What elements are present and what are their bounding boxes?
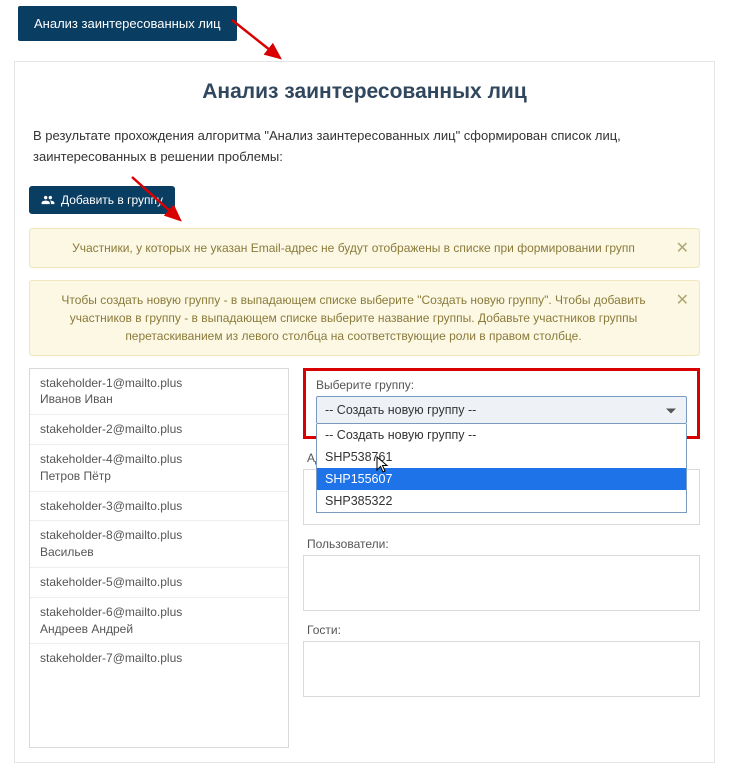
users-dropzone[interactable] <box>303 555 700 611</box>
page-title: Анализ заинтересованных лиц <box>29 80 700 104</box>
list-item[interactable]: stakeholder-7@mailto.plus <box>30 644 288 673</box>
group-select-wrap: -- Создать новую группу -- -- Создать но… <box>316 396 687 424</box>
main-panel: Анализ заинтересованных лиц В результате… <box>14 61 715 763</box>
list-item[interactable]: stakeholder-1@mailto.plusИванов Иван <box>30 369 288 416</box>
stakeholder-column: stakeholder-1@mailto.plusИванов Иванstak… <box>29 368 289 748</box>
add-to-group-button[interactable]: Добавить в группу <box>29 186 175 214</box>
two-column-layout: stakeholder-1@mailto.plusИванов Иванstak… <box>29 368 700 748</box>
add-button-label: Добавить в группу <box>61 193 163 207</box>
group-dropdown[interactable]: -- Создать новую группу --SHP538761SHP15… <box>316 424 687 513</box>
alert-instructions: Чтобы создать новую группу - в выпадающе… <box>29 280 700 356</box>
group-select[interactable]: -- Создать новую группу -- <box>316 396 687 424</box>
list-item[interactable]: stakeholder-6@mailto.plusАндреев Андрей <box>30 598 288 645</box>
dropdown-option[interactable]: SHP538761 <box>317 446 686 468</box>
list-item[interactable]: stakeholder-4@mailto.plusПетров Пётр <box>30 445 288 492</box>
tab-stakeholder-analysis[interactable]: Анализ заинтересованных лиц <box>18 6 237 41</box>
tab-label: Анализ заинтересованных лиц <box>34 16 221 31</box>
stakeholder-list[interactable]: stakeholder-1@mailto.plusИванов Иванstak… <box>29 368 289 748</box>
users-label: Пользователи: <box>307 537 700 551</box>
alert-email-warning: Участники, у которых не указан Email-адр… <box>29 228 700 268</box>
list-item[interactable]: stakeholder-5@mailto.plus <box>30 568 288 598</box>
group-column: Выберите группу: -- Создать новую группу… <box>303 368 700 697</box>
alert-text: Чтобы создать новую группу - в выпадающе… <box>61 293 645 343</box>
close-icon[interactable]: ✕ <box>676 237 689 261</box>
users-icon <box>41 193 55 207</box>
dropdown-option[interactable]: -- Создать новую группу -- <box>317 424 686 446</box>
list-item[interactable]: stakeholder-2@mailto.plus <box>30 415 288 445</box>
dropdown-option[interactable]: SHP155607 <box>317 468 686 490</box>
guests-label: Гости: <box>307 623 700 637</box>
group-select-label: Выберите группу: <box>316 378 687 392</box>
group-select-value: -- Создать новую группу -- <box>325 403 476 417</box>
guests-dropzone[interactable] <box>303 641 700 697</box>
list-item[interactable]: stakeholder-3@mailto.plus <box>30 492 288 522</box>
group-select-box: Выберите группу: -- Создать новую группу… <box>303 368 700 439</box>
list-item[interactable]: stakeholder-8@mailto.plusВасильев <box>30 521 288 568</box>
dropdown-option[interactable]: SHP385322 <box>317 490 686 512</box>
alert-text: Участники, у которых не указан Email-адр… <box>72 241 635 255</box>
close-icon[interactable]: ✕ <box>676 289 689 313</box>
intro-text: В результате прохождения алгоритма "Анал… <box>33 126 696 168</box>
